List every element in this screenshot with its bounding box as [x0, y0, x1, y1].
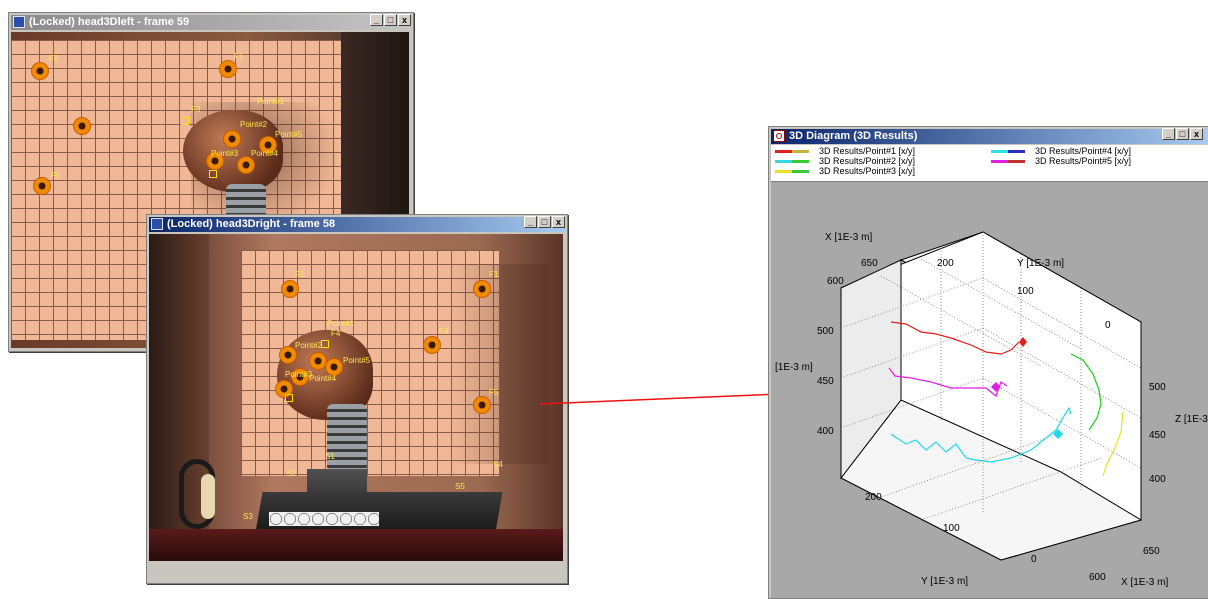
tick-top-x-650: 650 — [861, 258, 878, 269]
left-window-titlebar[interactable]: (Locked) head3Dleft - frame 59 — [11, 15, 411, 30]
right-label-s3: S3 — [243, 512, 253, 521]
axis-label-x-bottom: X [1E-3 m] — [1121, 577, 1168, 588]
legend-item[interactable]: 3D Results/Point#2 [x/y] — [775, 156, 915, 166]
close-button[interactable]: x — [1190, 128, 1203, 140]
right-label-f5: F5 — [489, 388, 499, 397]
right-label-f2: F2 — [295, 270, 305, 279]
tick-right-400: 400 — [1149, 474, 1166, 485]
minimize-button[interactable]: _ — [524, 216, 537, 228]
tick-bottom-y-0: 0 — [1031, 554, 1037, 565]
right-window-titlebar[interactable]: (Locked) head3Dright - frame 58 — [149, 217, 565, 232]
right-label-f4: F4 — [331, 329, 341, 338]
tick-right-500: 500 — [1149, 382, 1166, 393]
left-window-title: (Locked) head3Dleft - frame 59 — [29, 16, 190, 28]
tick-bottom-y-200: 200 — [865, 492, 882, 503]
right-label-s5: S5 — [455, 482, 465, 491]
3d-plot: X [1E-3 m] Y [1E-3 m] [1E-3 m] Z [1E-3 m… — [775, 231, 1208, 588]
legend-item[interactable]: 3D Results/Point#3 [x/y] — [775, 166, 915, 176]
right-camera-image: F1 F2 F3 F4 F5 Point#1 Point#2 Point#5 P… — [149, 234, 563, 561]
maximize-button[interactable]: □ — [1176, 128, 1189, 140]
legend-panel: 3D Results/Point#1 [x/y] 3D Results/Poin… — [771, 145, 1208, 182]
tick-top-y-0: 0 — [1105, 320, 1111, 331]
tick-left-400: 400 — [817, 426, 834, 437]
legend-label: 3D Results/Point#5 [x/y] — [1035, 156, 1132, 166]
right-label-s1: S1 — [325, 452, 335, 461]
legend-swatch — [775, 150, 809, 153]
camera-window-right[interactable]: (Locked) head3Dright - frame 58 _ □ x F1… — [146, 214, 568, 584]
right-label-point5: Point#5 — [343, 356, 371, 365]
axis-label-left: [1E-3 m] — [775, 362, 813, 373]
diagram-window-titlebar[interactable]: 3D Diagram (3D Results) — [771, 129, 1207, 144]
close-button[interactable]: x — [398, 14, 411, 26]
tick-bottom-x-600: 600 — [1089, 572, 1106, 583]
neck-spring — [327, 404, 367, 472]
camera-icon — [151, 218, 163, 230]
left-label-point3: Point#3 — [211, 149, 239, 158]
camera-icon — [13, 16, 25, 28]
plot-area[interactable]: X [1E-3 m] Y [1E-3 m] [1E-3 m] Z [1E-3 m… — [771, 182, 1208, 598]
left-label-f5: F5 — [51, 171, 61, 180]
legend-label: 3D Results/Point#4 [x/y] — [1035, 146, 1132, 156]
minimize-button[interactable]: _ — [370, 14, 383, 26]
axis-label-z: Z [1E-3 m] — [1175, 414, 1208, 425]
tick-top-y-200: 200 — [937, 258, 954, 269]
legend-label: 3D Results/Point#2 [x/y] — [819, 156, 916, 166]
left-label-point5: Point#5 — [275, 130, 303, 139]
maximize-button[interactable]: □ — [384, 14, 397, 26]
axis-label-y-bottom: Y [1E-3 m] — [921, 576, 968, 587]
tick-bottom-y-100: 100 — [943, 523, 960, 534]
axis-label-x-top: X [1E-3 m] — [825, 232, 872, 243]
right-label-f3: F3 — [439, 327, 449, 336]
diagram-window-title: 3D Diagram (3D Results) — [789, 130, 918, 142]
left-label-f3: F3 — [191, 105, 201, 114]
right-label-point1: Point#1 — [327, 319, 355, 328]
legend-swatch — [991, 160, 1025, 163]
legend-swatch — [775, 160, 809, 163]
left-label-f1: F1 — [234, 52, 244, 61]
right-label-s4: S4 — [493, 460, 503, 469]
maximize-button[interactable]: □ — [538, 216, 551, 228]
legend-swatch — [775, 170, 809, 173]
tick-top-x-600: 600 — [827, 276, 844, 287]
diagram-app-icon — [773, 130, 785, 142]
right-label-s2: S2 — [287, 469, 297, 478]
legend-item[interactable]: 3D Results/Point#5 [x/y] — [991, 156, 1131, 166]
right-label-point4: Point#4 — [309, 374, 337, 383]
legend-swatch — [991, 150, 1025, 153]
tick-left-500: 500 — [817, 326, 834, 337]
axis-label-y-top: Y [1E-3 m] — [1017, 258, 1064, 269]
minimize-button[interactable]: _ — [1162, 128, 1175, 140]
right-label-f1: F1 — [489, 270, 499, 279]
tick-right-450: 450 — [1149, 430, 1166, 441]
legend-item[interactable]: 3D Results/Point#4 [x/y] — [991, 146, 1131, 156]
right-label-point2: Point#2 — [295, 341, 323, 350]
legend-item[interactable]: 3D Results/Point#1 [x/y] — [775, 146, 915, 156]
left-label-point2: Point#2 — [240, 120, 268, 129]
left-label-f2: F2 — [49, 54, 59, 63]
tick-left-450: 450 — [817, 376, 834, 387]
legend-label: 3D Results/Point#3 [x/y] — [819, 166, 916, 176]
left-label-point4: Point#4 — [251, 149, 279, 158]
diagram-window[interactable]: 3D Diagram (3D Results) _ □ x 3D Results… — [768, 126, 1208, 599]
tick-top-y-100: 100 — [1017, 286, 1034, 297]
tick-bottom-x-650: 650 — [1143, 546, 1160, 557]
legend-label: 3D Results/Point#1 [x/y] — [819, 146, 916, 156]
close-button[interactable]: x — [552, 216, 565, 228]
left-label-point1: Point#1 — [257, 97, 285, 106]
right-window-title: (Locked) head3Dright - frame 58 — [167, 218, 336, 230]
